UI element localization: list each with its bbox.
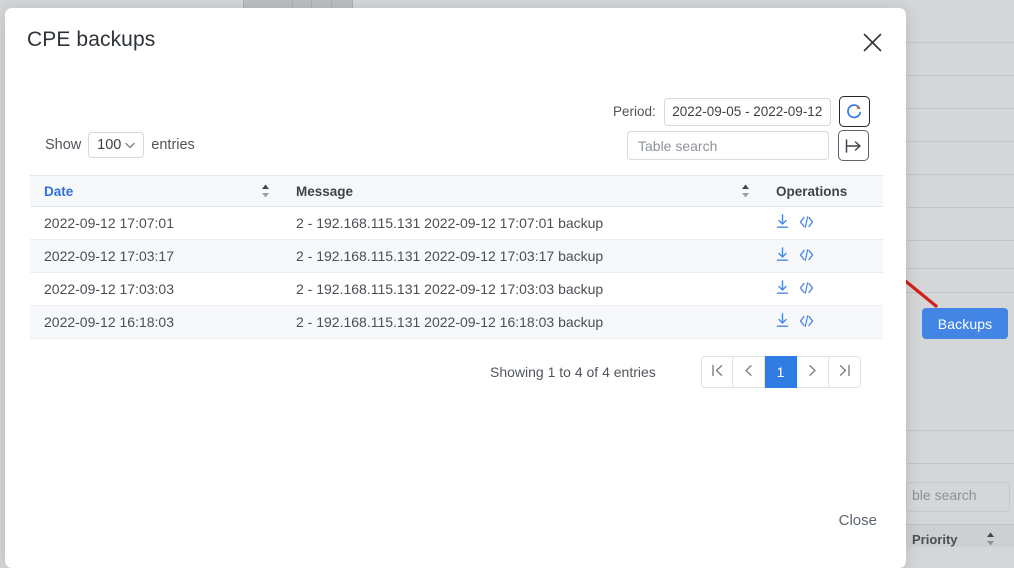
- background-table-rowline: [906, 430, 1014, 431]
- table-footer: Showing 1 to 4 of 4 entries 1: [30, 356, 883, 390]
- sort-arrows-icon: [261, 184, 270, 198]
- background-table-rowline: [906, 240, 1014, 241]
- table-header-row: Date Message Operations: [30, 176, 883, 207]
- code-button[interactable]: [799, 314, 814, 331]
- close-text-button[interactable]: Close: [839, 512, 877, 529]
- code-icon: [799, 248, 814, 262]
- download-button[interactable]: [776, 313, 789, 331]
- show-label: Show: [45, 137, 81, 153]
- table-header: Date Message Operations: [30, 176, 883, 207]
- code-button[interactable]: [799, 281, 814, 298]
- background-table-rowline: [906, 207, 1014, 208]
- table-row[interactable]: 2022-09-12 17:07:012 - 192.168.115.131 2…: [30, 207, 883, 240]
- table-row[interactable]: 2022-09-12 17:03:032 - 192.168.115.131 2…: [30, 273, 883, 306]
- export-button[interactable]: [838, 130, 869, 161]
- next-icon: [806, 364, 819, 380]
- entries-per-page-select[interactable]: 100: [88, 132, 144, 158]
- cell-date: 2022-09-12 17:03:17: [30, 240, 282, 273]
- code-icon: [799, 215, 814, 229]
- column-header-operations: Operations: [762, 176, 883, 207]
- background-priority-column-label: Priority: [912, 532, 958, 547]
- table-body: 2022-09-12 17:07:012 - 192.168.115.131 2…: [30, 207, 883, 339]
- entries-per-page-value: 100: [97, 137, 121, 153]
- show-entries-control: Show 100 entries: [45, 132, 195, 158]
- download-icon: [776, 214, 789, 229]
- refresh-button[interactable]: [839, 96, 870, 127]
- cell-message: 2 - 192.168.115.131 2022-09-12 16:18:03 …: [282, 306, 762, 339]
- column-label-message: Message: [296, 184, 353, 199]
- code-button[interactable]: [799, 248, 814, 265]
- table-search-controls: [627, 130, 869, 161]
- column-label-operations: Operations: [776, 184, 847, 199]
- background-table-rowline: [906, 108, 1014, 109]
- cell-date: 2022-09-12 17:03:03: [30, 273, 282, 306]
- download-button[interactable]: [776, 280, 789, 298]
- search-input[interactable]: [627, 131, 829, 160]
- column-label-date: Date: [44, 184, 73, 199]
- cell-message: 2 - 192.168.115.131 2022-09-12 17:03:17 …: [282, 240, 762, 273]
- background-table-rowline: [906, 141, 1014, 142]
- download-icon: [776, 313, 789, 328]
- pagination: 1: [701, 356, 861, 388]
- pagination-last[interactable]: [829, 356, 861, 388]
- backups-button[interactable]: Backups: [922, 308, 1008, 339]
- download-button[interactable]: [776, 214, 789, 232]
- cell-date: 2022-09-12 16:18:03: [30, 306, 282, 339]
- period-controls: Period: 2022-09-05 - 2022-09-12: [613, 96, 870, 127]
- code-button[interactable]: [799, 215, 814, 232]
- page-title: CPE backups: [27, 28, 155, 52]
- table-row[interactable]: 2022-09-12 16:18:032 - 192.168.115.131 2…: [30, 306, 883, 339]
- showing-entries-text: Showing 1 to 4 of 4 entries: [490, 364, 656, 380]
- cell-date: 2022-09-12 17:07:01: [30, 207, 282, 240]
- column-header-date[interactable]: Date: [30, 176, 282, 207]
- background-table-rowline: [906, 463, 1014, 464]
- entries-label: entries: [151, 137, 195, 153]
- period-input[interactable]: 2022-09-05 - 2022-09-12: [664, 98, 831, 126]
- close-button[interactable]: [858, 28, 886, 56]
- background-search-placeholder: ble search: [912, 487, 977, 503]
- background-table-rowline: [906, 292, 1014, 293]
- prev-icon: [742, 364, 755, 380]
- sort-arrows-icon: [741, 184, 750, 198]
- background-table-rowline: [906, 42, 1014, 43]
- cell-operations: [762, 273, 883, 306]
- sort-arrows-icon: [986, 532, 995, 546]
- cpe-backups-modal: CPE backups Period: 2022-09-05 - 2022-09…: [5, 8, 906, 568]
- export-icon: [844, 138, 863, 154]
- last-icon: [838, 364, 851, 380]
- pagination-page-1[interactable]: 1: [765, 356, 797, 388]
- cell-operations: [762, 207, 883, 240]
- background-table-rowline: [906, 174, 1014, 175]
- refresh-icon: [845, 103, 863, 121]
- pagination-first[interactable]: [701, 356, 733, 388]
- download-icon: [776, 280, 789, 295]
- pagination-next[interactable]: [797, 356, 829, 388]
- table-row[interactable]: 2022-09-12 17:03:172 - 192.168.115.131 2…: [30, 240, 883, 273]
- code-icon: [799, 281, 814, 295]
- cell-operations: [762, 240, 883, 273]
- cell-operations: [762, 306, 883, 339]
- pagination-prev[interactable]: [733, 356, 765, 388]
- close-icon: [863, 33, 882, 52]
- background-table-rowline: [906, 75, 1014, 76]
- backups-table: Date Message Operations: [30, 175, 883, 339]
- download-icon: [776, 247, 789, 262]
- code-icon: [799, 314, 814, 328]
- period-label: Period:: [613, 104, 656, 119]
- download-button[interactable]: [776, 247, 789, 265]
- background-table-rowline: [906, 268, 1014, 269]
- first-icon: [711, 364, 724, 380]
- column-header-message[interactable]: Message: [282, 176, 762, 207]
- cell-message: 2 - 192.168.115.131 2022-09-12 17:07:01 …: [282, 207, 762, 240]
- cell-message: 2 - 192.168.115.131 2022-09-12 17:03:03 …: [282, 273, 762, 306]
- chevron-down-icon: [125, 142, 135, 149]
